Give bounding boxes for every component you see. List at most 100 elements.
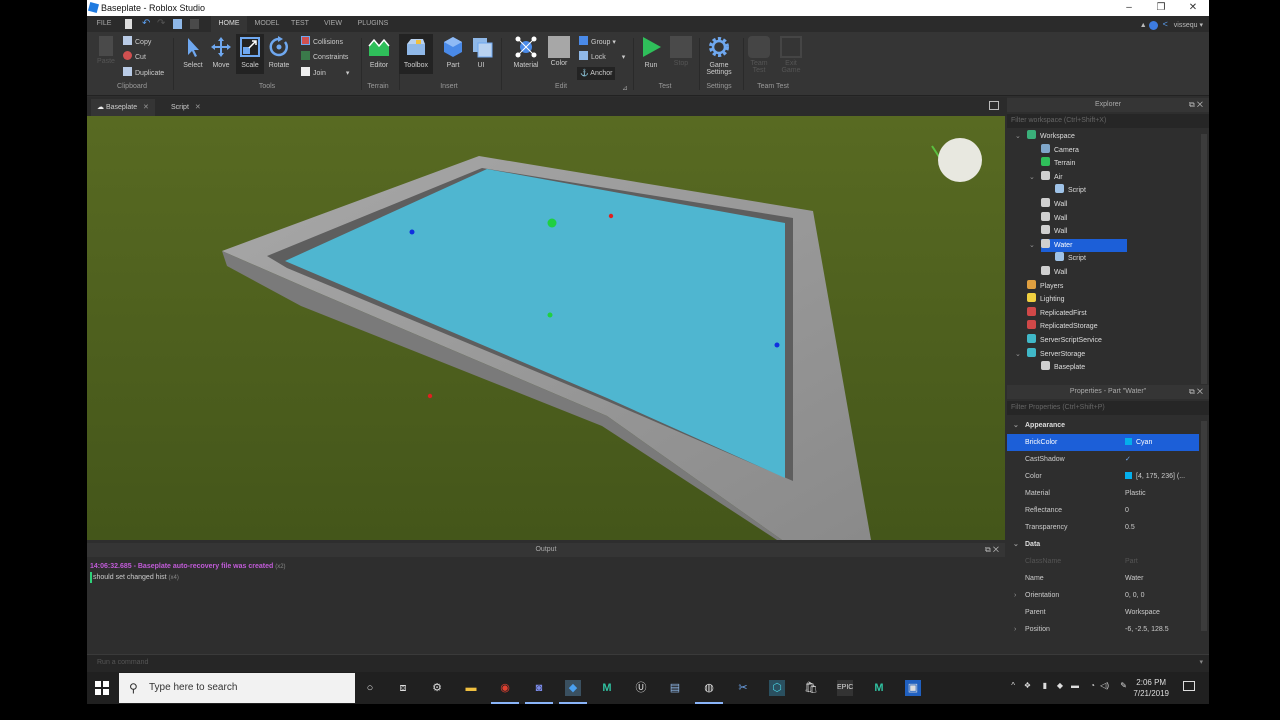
epic-games-icon[interactable]: EPIC xyxy=(837,680,853,696)
undock-icon[interactable]: ⧉ xyxy=(985,545,991,554)
redo-icon[interactable]: ↷ xyxy=(157,19,166,29)
property-row-orientation[interactable]: › Orientation 0, 0, 0 xyxy=(1007,587,1199,604)
pen-icon[interactable]: ✎ xyxy=(1120,681,1127,690)
viewport-popout-icon[interactable] xyxy=(989,101,999,110)
expand-chevron-icon[interactable]: ⌄ xyxy=(1015,130,1021,143)
explorer-item-serverstorage[interactable]: ⌄ ServerStorage xyxy=(1015,347,1085,361)
tab-test[interactable]: TEST xyxy=(285,16,315,32)
command-dropdown-icon[interactable]: ▾ xyxy=(1199,655,1203,671)
property-category[interactable]: ⌄ Appearance xyxy=(1007,417,1199,434)
anchor-toggle[interactable]: ⚓ Anchor xyxy=(577,67,616,80)
new-file-icon[interactable] xyxy=(125,19,132,29)
property-value[interactable]: Water xyxy=(1125,570,1143,587)
collapse-ribbon-icon[interactable]: ▲ xyxy=(1140,22,1149,29)
collapse-chevron-icon[interactable]: ⌄ xyxy=(1013,536,1019,553)
property-value[interactable]: -6, -2.5, 128.5 xyxy=(1125,621,1169,638)
join-dropdown[interactable]: Join ▾ xyxy=(301,67,349,80)
explorer-item-lighting[interactable]: Lighting xyxy=(1027,293,1065,306)
action-center-icon[interactable] xyxy=(1183,681,1195,691)
3d-viewer-icon[interactable]: ⬡ xyxy=(769,680,785,696)
property-value[interactable]: 0, 0, 0 xyxy=(1125,587,1144,604)
explorer-item-water[interactable]: ⌄ Water xyxy=(1029,238,1127,252)
task-view-icon[interactable]: ⧈ xyxy=(395,680,411,696)
property-value[interactable]: Cyan xyxy=(1125,434,1152,451)
expand-chevron-icon[interactable]: ⌄ xyxy=(1015,348,1021,361)
tab-script[interactable]: Script ✕ xyxy=(165,99,207,116)
game-settings-button[interactable]: Game Settings xyxy=(701,36,737,76)
explorer-item-wall[interactable]: Wall xyxy=(1041,266,1067,279)
username[interactable]: vissequ xyxy=(1174,22,1198,29)
expand-chevron-icon[interactable]: ⌄ xyxy=(1029,171,1035,184)
close-panel-icon[interactable]: ✕ xyxy=(1197,100,1203,109)
m-app-2-icon[interactable]: M xyxy=(871,680,887,696)
rotate-button[interactable]: Rotate xyxy=(265,36,293,69)
duplicate-button[interactable]: Duplicate xyxy=(123,67,164,80)
color-swatch-icon[interactable] xyxy=(1125,438,1132,445)
property-row-parent[interactable]: Parent Workspace xyxy=(1007,604,1199,621)
resize-handle-red[interactable] xyxy=(427,393,433,399)
3d-viewport[interactable] xyxy=(87,116,1005,540)
file-explorer-icon[interactable]: ▬ xyxy=(463,680,479,696)
property-row-reflectance[interactable]: Reflectance 0 xyxy=(1007,502,1199,519)
property-row-transparency[interactable]: Transparency 0.5 xyxy=(1007,519,1199,536)
close-tab-icon[interactable]: ✕ xyxy=(195,104,201,111)
resize-handle-green[interactable] xyxy=(547,218,557,228)
group-dropdown[interactable]: Group ▾ xyxy=(579,36,616,49)
property-row-position[interactable]: › Position -6, -2.5, 128.5 xyxy=(1007,621,1199,638)
explorer-scrollbar[interactable] xyxy=(1201,134,1207,384)
properties-scrollbar[interactable] xyxy=(1201,421,1207,631)
property-value[interactable]: [4, 175, 236] (... xyxy=(1125,468,1185,485)
explorer-filter-input[interactable]: Filter workspace (Ctrl+Shift+X) xyxy=(1007,114,1209,128)
dropbox-icon[interactable]: ❖ xyxy=(1024,681,1031,690)
select-button[interactable]: Select xyxy=(179,36,207,69)
command-bar[interactable]: Run a command ▾ xyxy=(87,654,1209,672)
explorer-item-serverscriptservice[interactable]: ServerScriptService xyxy=(1027,334,1102,347)
user-dropdown-icon[interactable]: ▾ xyxy=(1199,22,1203,29)
resize-handle-blue[interactable] xyxy=(774,342,780,348)
color-button[interactable]: Color xyxy=(547,36,571,67)
m-app-icon[interactable]: M xyxy=(599,680,615,696)
explorer-item-air[interactable]: ⌄ Air xyxy=(1029,170,1063,184)
store-icon[interactable]: 🛍 xyxy=(803,680,819,696)
command-input[interactable]: Run a command xyxy=(97,659,148,666)
resize-handle-blue[interactable] xyxy=(409,229,415,235)
property-row-name[interactable]: Name Water xyxy=(1007,570,1199,587)
property-value[interactable]: Workspace xyxy=(1125,604,1160,621)
copy-button[interactable]: Copy xyxy=(123,36,151,49)
property-row-classname[interactable]: ClassName Part xyxy=(1007,553,1199,570)
taskbar-search-input[interactable]: ⚲ Type here to search xyxy=(119,673,355,703)
property-value[interactable]: 0.5 xyxy=(1125,519,1135,536)
usb-icon[interactable]: ▮ xyxy=(1043,681,1047,690)
share-icon[interactable]: < xyxy=(1163,16,1168,32)
tab-view[interactable]: VIEW xyxy=(317,16,349,32)
expand-chevron-icon[interactable]: › xyxy=(1014,621,1016,638)
color-swatch-icon[interactable] xyxy=(1125,472,1132,479)
help-icon[interactable] xyxy=(1148,20,1158,30)
explorer-item-baseplate[interactable]: Baseplate xyxy=(1041,361,1085,374)
explorer-item-players[interactable]: Players xyxy=(1027,279,1063,293)
property-value[interactable]: ✓ xyxy=(1125,451,1131,468)
show-hidden-icons[interactable]: ^ xyxy=(1011,681,1015,690)
explorer-item-script[interactable]: Script xyxy=(1055,184,1086,197)
property-value[interactable]: 0 xyxy=(1125,502,1129,519)
minimize-button[interactable]: – xyxy=(1113,0,1145,16)
property-row-castshadow[interactable]: CastShadow ✓ xyxy=(1007,451,1199,468)
chrome-icon[interactable]: ◉ xyxy=(491,680,519,704)
undock-icon[interactable]: ⧉ xyxy=(1189,387,1195,396)
resize-handle-red[interactable] xyxy=(608,213,614,219)
constraints-toggle[interactable]: Constraints xyxy=(301,51,348,64)
explorer-item-wall[interactable]: Wall xyxy=(1041,198,1067,211)
volume-icon[interactable]: ◁) xyxy=(1100,681,1109,690)
explorer-item-workspace[interactable]: ⌄ Workspace xyxy=(1015,130,1075,143)
scale-button[interactable]: Scale xyxy=(236,34,264,74)
collisions-toggle[interactable]: Collisions xyxy=(301,36,343,49)
cut-button[interactable]: Cut xyxy=(123,51,146,64)
property-category[interactable]: ⌄ Data xyxy=(1007,536,1199,553)
properties-filter-input[interactable]: Filter Properties (Ctrl+Shift+P) xyxy=(1007,401,1209,415)
explorer-item-terrain[interactable]: Terrain xyxy=(1041,157,1075,170)
property-value[interactable]: Part xyxy=(1125,553,1138,570)
terrain-editor-button[interactable]: Editor xyxy=(365,36,393,69)
close-panel-icon[interactable]: ✕ xyxy=(1197,387,1203,396)
clock[interactable]: 2:06 PM 7/21/2019 xyxy=(1133,677,1169,699)
file-menu[interactable]: FILE xyxy=(91,16,117,32)
